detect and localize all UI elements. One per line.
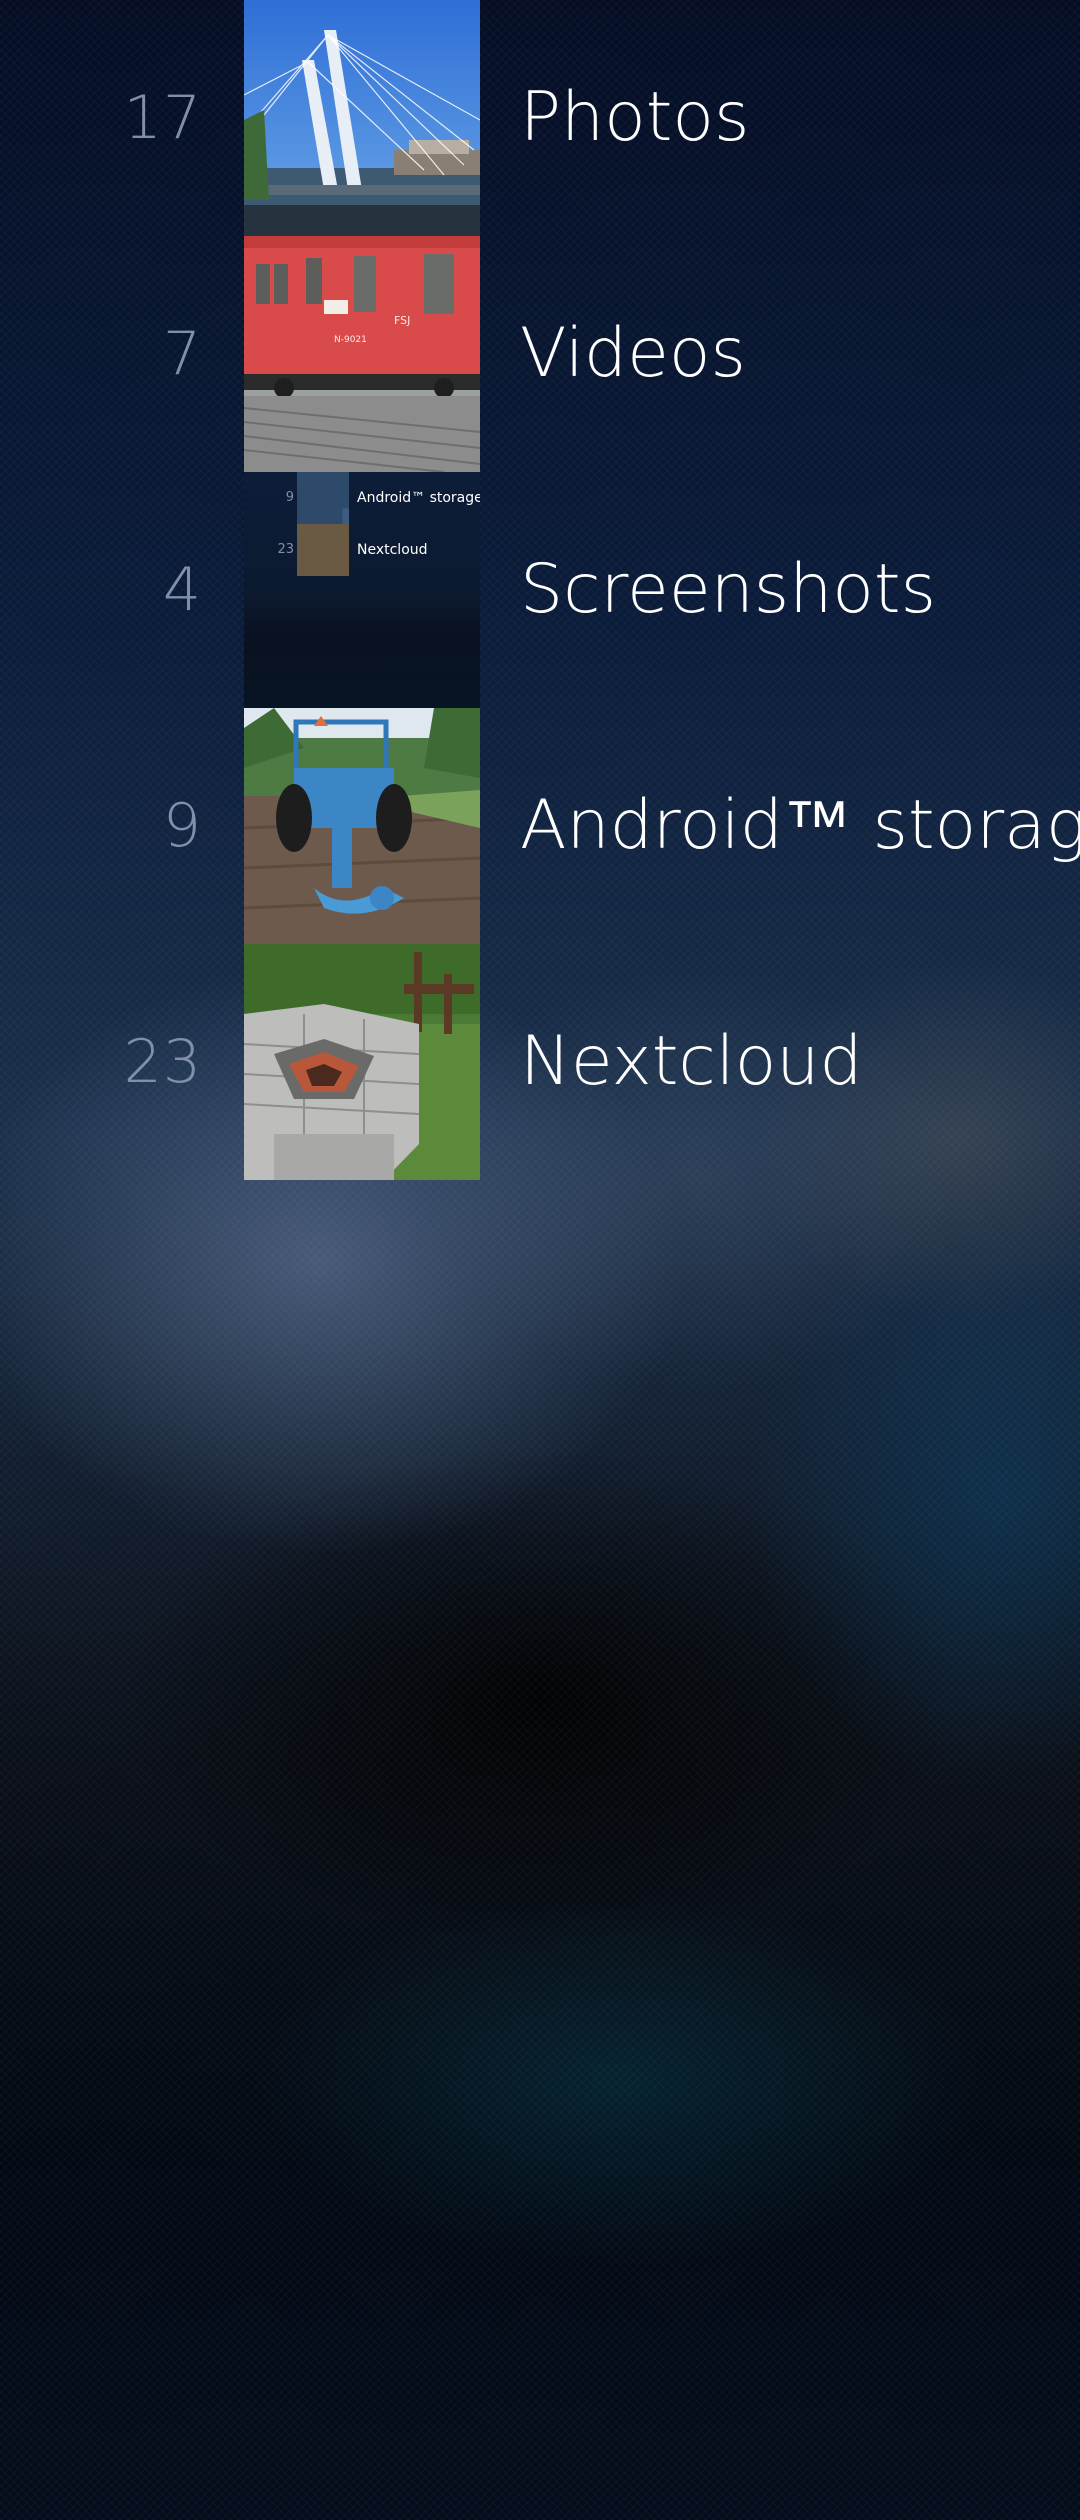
album-title: Screenshots [520,550,937,629]
preview-thumbnail [297,524,349,576]
album-count: 4 [162,555,202,625]
album-title: Photos [520,78,750,157]
album-count: 9 [162,791,202,861]
screenshot-preview: 9 Android™ storage 23 Nextcloud [244,472,480,708]
album-count: 23 [123,1027,202,1097]
album-item-screenshots[interactable]: 4 9 Android™ storage 23 Nextcloud Screen… [0,472,1080,708]
gallery-album-list: 17 Photos 7 FSJ N-9021 Videos 4 9 Androi… [0,0,1080,1180]
album-count: 7 [162,319,202,389]
album-item-android-storage[interactable]: 9 Android™ storage [0,708,1080,944]
screenshot-preview-thumbnail: 9 Android™ storage 23 Nextcloud [244,472,480,708]
album-title: Nextcloud [520,1022,863,1101]
album-item-photos[interactable]: 17 Photos [0,0,1080,236]
preview-list-item: 9 Android™ storage [244,472,480,524]
album-item-videos[interactable]: 7 FSJ N-9021 Videos [0,236,1080,472]
album-title: Android™ storage [520,786,1080,865]
preview-title: Android™ storage [357,490,480,506]
tractor-photo-thumbnail [244,708,480,944]
album-title: Videos [520,314,746,393]
album-item-nextcloud[interactable]: 23 Nextcloud [0,944,1080,1180]
preview-title: Nextcloud [357,542,428,558]
preview-count: 23 [277,542,294,557]
preview-list-item: 23 Nextcloud [244,524,480,576]
red-railway-car-photo-thumbnail: FSJ N-9021 [244,236,480,472]
stone-grill-photo-thumbnail [244,944,480,1180]
bridge-photo-thumbnail [244,0,480,236]
preview-count: 9 [285,490,294,505]
svg-text:N-9021: N-9021 [334,335,367,345]
preview-thumbnail [297,472,349,524]
svg-text:FSJ: FSJ [394,314,410,327]
album-count: 17 [123,83,202,153]
